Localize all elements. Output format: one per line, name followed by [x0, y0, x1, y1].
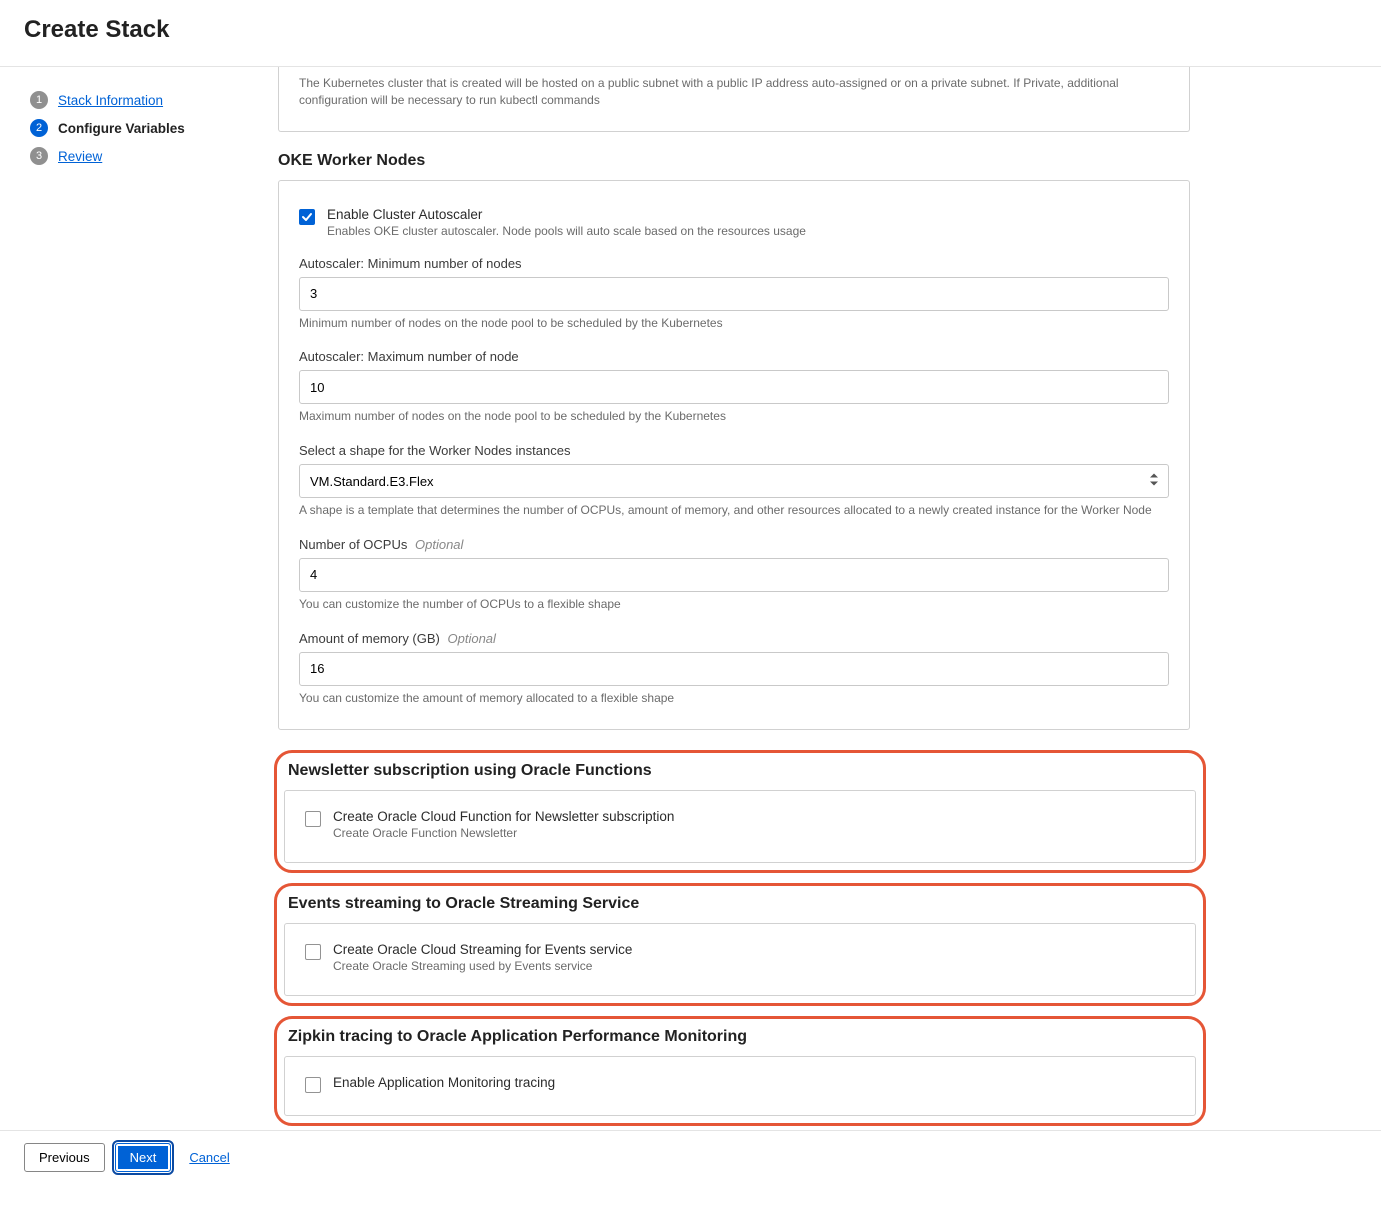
oke-worker-nodes-card: Enable Cluster Autoscaler Enables OKE cl…: [278, 180, 1190, 730]
shape-select[interactable]: [299, 464, 1169, 498]
ocpus-label: Number of OCPUs Optional: [299, 537, 1169, 552]
zipkin-checkbox[interactable]: [305, 1077, 321, 1093]
streaming-highlight: Events streaming to Oracle Streaming Ser…: [274, 883, 1206, 1006]
newsletter-checkbox[interactable]: [305, 811, 321, 827]
memory-label-text: Amount of memory (GB): [299, 631, 440, 646]
newsletter-checkbox-label: Create Oracle Cloud Function for Newslet…: [333, 809, 674, 824]
ocpus-optional-tag: Optional: [415, 537, 463, 552]
top-helper-card: The Kubernetes cluster that is created w…: [278, 67, 1190, 132]
streaming-title: Events streaming to Oracle Streaming Ser…: [288, 895, 1196, 913]
page-title: Create Stack: [24, 16, 1357, 44]
step-link-review[interactable]: Review: [58, 149, 102, 164]
enable-autoscaler-checkbox[interactable]: [299, 209, 315, 225]
min-nodes-input[interactable]: [299, 277, 1169, 311]
newsletter-title: Newsletter subscription using Oracle Fun…: [288, 762, 1196, 780]
zipkin-checkbox-label: Enable Application Monitoring tracing: [333, 1075, 555, 1090]
step-review[interactable]: 3 Review: [30, 147, 260, 165]
newsletter-checkbox-help: Create Oracle Function Newsletter: [333, 826, 674, 840]
wizard-steps-sidebar: 1 Stack Information 2 Configure Variable…: [0, 67, 278, 1160]
ocpus-help: You can customize the number of OCPUs to…: [299, 596, 1169, 613]
shape-help: A shape is a template that determines th…: [299, 502, 1169, 519]
memory-input[interactable]: [299, 652, 1169, 686]
check-icon: [301, 211, 313, 223]
wizard-footer: Previous Next Cancel: [0, 1130, 1381, 1184]
enable-autoscaler-label: Enable Cluster Autoscaler: [327, 207, 806, 222]
step-link-stack-information[interactable]: Stack Information: [58, 93, 163, 108]
zipkin-checkbox-row: Enable Application Monitoring tracing: [305, 1075, 1175, 1093]
enable-autoscaler-row: Enable Cluster Autoscaler Enables OKE cl…: [299, 207, 1169, 238]
memory-optional-tag: Optional: [448, 631, 496, 646]
ocpus-field: Number of OCPUs Optional You can customi…: [299, 537, 1169, 613]
max-nodes-help: Maximum number of nodes on the node pool…: [299, 408, 1169, 425]
newsletter-checkbox-row: Create Oracle Cloud Function for Newslet…: [305, 809, 1175, 840]
streaming-checkbox-help: Create Oracle Streaming used by Events s…: [333, 959, 632, 973]
step-number-3: 3: [30, 147, 48, 165]
zipkin-title: Zipkin tracing to Oracle Application Per…: [288, 1028, 1196, 1046]
streaming-checkbox-row: Create Oracle Cloud Streaming for Events…: [305, 942, 1175, 973]
step-configure-variables: 2 Configure Variables: [30, 119, 260, 137]
zipkin-card: Enable Application Monitoring tracing: [284, 1056, 1196, 1116]
newsletter-card: Create Oracle Cloud Function for Newslet…: [284, 790, 1196, 863]
next-button[interactable]: Next: [115, 1143, 172, 1172]
top-helper-text: The Kubernetes cluster that is created w…: [299, 75, 1169, 109]
min-nodes-field: Autoscaler: Minimum number of nodes Mini…: [299, 256, 1169, 332]
streaming-checkbox-label: Create Oracle Cloud Streaming for Events…: [333, 942, 632, 957]
streaming-checkbox[interactable]: [305, 944, 321, 960]
memory-field: Amount of memory (GB) Optional You can c…: [299, 631, 1169, 707]
min-nodes-help: Minimum number of nodes on the node pool…: [299, 315, 1169, 332]
main-content: The Kubernetes cluster that is created w…: [278, 67, 1210, 1160]
step-number-2: 2: [30, 119, 48, 137]
streaming-card: Create Oracle Cloud Streaming for Events…: [284, 923, 1196, 996]
enable-autoscaler-help: Enables OKE cluster autoscaler. Node poo…: [327, 224, 806, 238]
max-nodes-field: Autoscaler: Maximum number of node Maxim…: [299, 349, 1169, 425]
newsletter-highlight: Newsletter subscription using Oracle Fun…: [274, 750, 1206, 873]
memory-label: Amount of memory (GB) Optional: [299, 631, 1169, 646]
shape-label: Select a shape for the Worker Nodes inst…: [299, 443, 1169, 458]
min-nodes-label: Autoscaler: Minimum number of nodes: [299, 256, 1169, 271]
ocpus-input[interactable]: [299, 558, 1169, 592]
step-stack-information[interactable]: 1 Stack Information: [30, 91, 260, 109]
memory-help: You can customize the amount of memory a…: [299, 690, 1169, 707]
zipkin-highlight: Zipkin tracing to Oracle Application Per…: [274, 1016, 1206, 1126]
step-label-configure-variables: Configure Variables: [58, 121, 185, 136]
page-header: Create Stack: [0, 0, 1381, 67]
cancel-link[interactable]: Cancel: [189, 1150, 229, 1165]
oke-worker-nodes-section: OKE Worker Nodes Enable Cluster Autoscal…: [278, 152, 1190, 730]
oke-worker-nodes-title: OKE Worker Nodes: [278, 152, 1190, 170]
previous-button[interactable]: Previous: [24, 1143, 105, 1172]
max-nodes-input[interactable]: [299, 370, 1169, 404]
max-nodes-label: Autoscaler: Maximum number of node: [299, 349, 1169, 364]
shape-field: Select a shape for the Worker Nodes inst…: [299, 443, 1169, 519]
ocpus-label-text: Number of OCPUs: [299, 537, 407, 552]
step-number-1: 1: [30, 91, 48, 109]
